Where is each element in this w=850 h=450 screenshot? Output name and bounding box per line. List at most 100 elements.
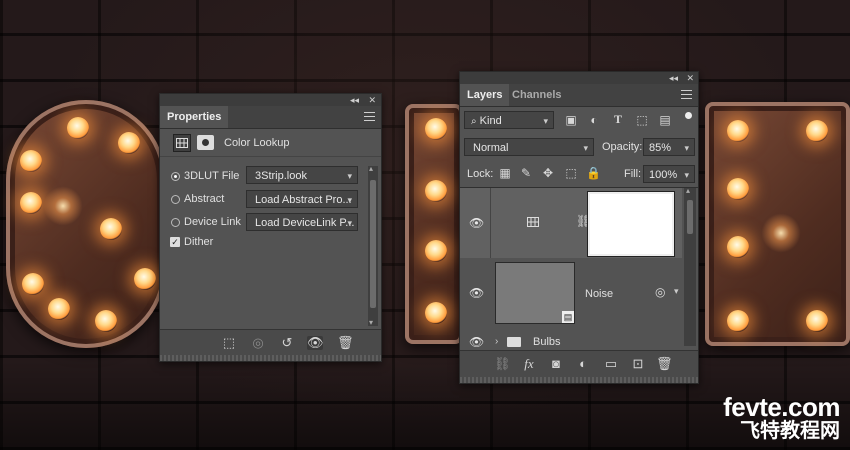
new-adjustment-layer-icon[interactable]: ◐: [575, 357, 591, 371]
link-layers-icon[interactable]: ⛓: [494, 357, 511, 371]
add-mask-icon[interactable]: ◙: [548, 357, 564, 371]
bulb: [727, 310, 749, 332]
bulb: [806, 120, 828, 142]
filter-toggle-icon[interactable]: [685, 112, 692, 119]
bulb: [425, 240, 447, 262]
bulb: [100, 218, 122, 240]
trash-icon[interactable]: 🗑: [656, 357, 673, 371]
properties-footer: ⬚ ◎ ↺ 👁 🗑: [160, 329, 381, 356]
chevron-down-icon: ▾: [543, 116, 548, 126]
filter-smartobject-icon[interactable]: ▤: [658, 113, 672, 127]
radio-3dlut-file[interactable]: [171, 172, 180, 181]
scroll-thumb[interactable]: [370, 180, 376, 308]
scroll-up-icon[interactable]: ▴: [369, 164, 373, 173]
fx-icon[interactable]: fx: [521, 357, 537, 371]
eye-icon[interactable]: 👁: [469, 286, 484, 300]
layer-name[interactable]: Noise: [585, 288, 613, 300]
watermark-chinese: 飞特教程网: [740, 420, 840, 442]
tab-layers[interactable]: Layers: [460, 84, 510, 106]
collapse-icon[interactable]: ◂◂: [669, 72, 678, 84]
opacity-input[interactable]: 85% ▾: [643, 138, 695, 156]
lock-artboard-icon[interactable]: ⬚: [564, 166, 578, 180]
resize-grip[interactable]: [160, 355, 381, 361]
bulb: [20, 150, 42, 172]
layer-row-bulbs[interactable]: 👁 › Bulbs ▾: [460, 330, 691, 348]
eye-icon[interactable]: 👁: [307, 336, 324, 350]
dropdown-value: 3Strip.look: [255, 170, 307, 182]
chevron-down-icon: ▾: [684, 143, 689, 153]
filter-type-icon[interactable]: T: [611, 112, 625, 127]
layer-thumbnail[interactable]: ▤: [495, 262, 575, 324]
filter-adjustment-icon[interactable]: ◐: [587, 113, 601, 127]
lock-position-icon[interactable]: ✥: [541, 166, 555, 180]
filter-shape-icon[interactable]: ⬚: [635, 113, 649, 127]
chevron-down-icon: ▾: [347, 171, 352, 181]
scroll-down-icon[interactable]: ▾: [369, 318, 373, 327]
chevron-down-icon[interactable]: ▾: [674, 286, 679, 297]
eye-icon[interactable]: 👁: [469, 335, 484, 348]
option-label-abstract: Abstract: [184, 193, 225, 205]
panel-menu-icon[interactable]: [681, 90, 692, 99]
chevron-right-icon[interactable]: ›: [495, 336, 498, 347]
eye-icon[interactable]: 👁: [469, 216, 484, 230]
bulb: [134, 268, 156, 290]
panel-titlebar[interactable]: ◂◂ ✕: [160, 94, 381, 106]
layer-row-noise[interactable]: 👁 ▤ Noise ◎ ▾: [460, 258, 682, 331]
dither-checkbox[interactable]: ✓: [170, 237, 180, 247]
blend-mode-dropdown[interactable]: Normal ▾: [464, 138, 594, 156]
chevron-down-icon: ▾: [583, 143, 588, 153]
trash-icon[interactable]: 🗑: [337, 336, 354, 350]
close-icon[interactable]: ✕: [368, 94, 376, 106]
layers-scrollbar[interactable]: ▴: [684, 186, 696, 346]
tab-channels[interactable]: Channels: [505, 84, 569, 106]
clip-to-layer-icon[interactable]: ⬚: [221, 336, 237, 350]
radio-abstract[interactable]: [171, 195, 180, 204]
close-icon[interactable]: ✕: [686, 72, 694, 84]
fill-input[interactable]: 100% ▾: [643, 165, 695, 183]
view-previous-state-icon[interactable]: ◎: [250, 336, 266, 350]
dropdown-value: Load Abstract Pro...: [255, 194, 352, 206]
scroll-thumb[interactable]: [687, 200, 693, 234]
smart-object-badge-icon: ▤: [562, 311, 574, 323]
lock-transparent-icon[interactable]: ▦: [498, 166, 512, 180]
dropdown-3dlut-file[interactable]: 3Strip.look ▾: [246, 166, 358, 184]
adjustment-title: Color Lookup: [224, 137, 290, 149]
layer-row-color-lookup[interactable]: 👁 ⛓: [460, 188, 682, 259]
bulb: [95, 310, 117, 332]
chevron-down-icon: ▾: [347, 195, 352, 205]
filter-pixel-icon[interactable]: ▣: [564, 113, 578, 127]
properties-scrollbar[interactable]: ▴ ▾: [368, 164, 378, 327]
collapse-icon[interactable]: ◂◂: [350, 94, 359, 106]
bulb: [425, 302, 447, 324]
layer-mask-thumbnail[interactable]: [588, 192, 674, 256]
lock-all-icon[interactable]: 🔒: [586, 166, 601, 180]
dropdown-abstract[interactable]: Load Abstract Pro... ▾: [246, 190, 358, 208]
panel-titlebar[interactable]: ◂◂ ✕: [460, 72, 698, 84]
mask-icon[interactable]: [197, 135, 214, 150]
letter-s: [6, 100, 166, 348]
layers-list: 👁 ⛓ 👁 ▤ Noise ◎ ▾ 👁 › Bulbs ▾: [460, 187, 698, 348]
watermark: fevte.com 飞特教程网: [723, 394, 840, 442]
fill-value: 100%: [649, 169, 678, 181]
adjustment-layer-icon[interactable]: [173, 134, 191, 152]
tab-properties[interactable]: Properties: [160, 106, 229, 128]
reset-icon[interactable]: ↺: [279, 336, 295, 350]
new-layer-icon[interactable]: ⊡: [630, 357, 646, 371]
layer-name[interactable]: Bulbs: [533, 336, 561, 348]
option-label-device-link: Device Link: [184, 216, 241, 228]
resize-grip[interactable]: [460, 377, 698, 383]
panel-menu-icon[interactable]: [364, 112, 375, 121]
radio-device-link[interactable]: [171, 218, 180, 227]
filter-kind-dropdown[interactable]: ⌕ Kind ▾: [464, 111, 554, 129]
opacity-label: Opacity:: [602, 141, 643, 153]
filter-effects-icon[interactable]: ◎: [655, 285, 665, 299]
new-group-icon[interactable]: ▭: [603, 357, 619, 371]
lock-image-icon[interactable]: ✎: [519, 166, 533, 180]
bulb: [727, 236, 749, 258]
opacity-value: 85%: [649, 142, 672, 154]
dropdown-device-link[interactable]: Load DeviceLink P... ▾: [246, 213, 358, 231]
bulb: [425, 180, 447, 202]
search-icon: ⌕: [471, 116, 477, 127]
bulb: [806, 310, 828, 332]
scroll-up-icon[interactable]: ▴: [686, 186, 690, 195]
